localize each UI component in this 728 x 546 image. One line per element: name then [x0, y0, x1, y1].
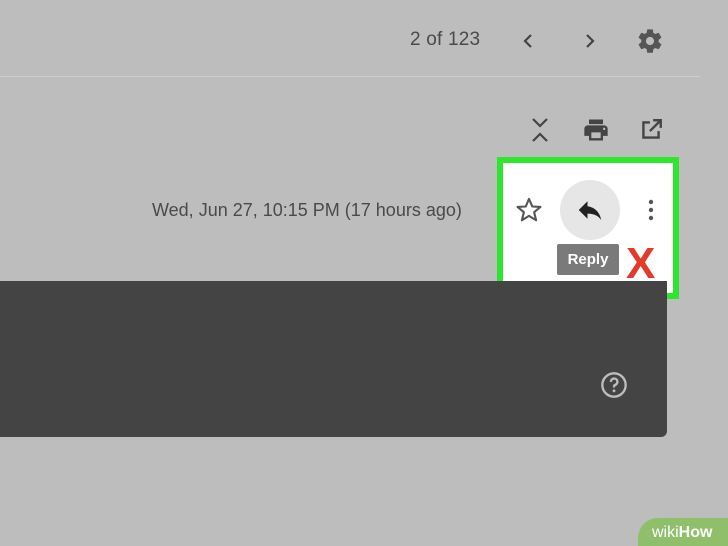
- open-in-new-window-icon: [642, 119, 662, 139]
- more-vertical-icon: [648, 199, 654, 221]
- reply-tooltip: Reply: [557, 244, 619, 275]
- collapse-all-icon: [532, 118, 548, 142]
- help-button[interactable]: [599, 370, 629, 400]
- top-toolbar: 2 of 123: [0, 0, 728, 76]
- message-page-count: 2 of 123: [410, 29, 481, 50]
- star-outline-icon: [516, 197, 542, 222]
- print-button[interactable]: [578, 112, 614, 148]
- wikihow-watermark: wikiHow: [638, 518, 728, 546]
- print-icon: [584, 119, 608, 141]
- collapse-all-button[interactable]: [522, 112, 558, 148]
- gear-icon: [638, 29, 662, 53]
- watermark-prefix: wiki: [652, 524, 679, 541]
- open-in-new-window-button[interactable]: [633, 112, 669, 148]
- annotation-x-mark: X: [626, 239, 656, 288]
- reply-arrow-icon: [578, 201, 602, 220]
- chevron-left-icon: [523, 34, 532, 48]
- reply-button[interactable]: [560, 180, 620, 240]
- previous-button[interactable]: [511, 24, 545, 58]
- toolbar-divider: [0, 76, 700, 77]
- watermark-brand: How: [678, 524, 713, 541]
- message-date: Wed, Jun 27, 10:15 PM (17 hours ago): [152, 200, 462, 220]
- more-options-button[interactable]: [636, 193, 666, 227]
- next-button[interactable]: [573, 24, 607, 58]
- settings-button[interactable]: [633, 24, 667, 58]
- message-body-panel: [0, 281, 667, 437]
- star-button[interactable]: [512, 193, 546, 227]
- help-circle-icon: [601, 372, 627, 398]
- chevron-right-icon: [586, 34, 595, 48]
